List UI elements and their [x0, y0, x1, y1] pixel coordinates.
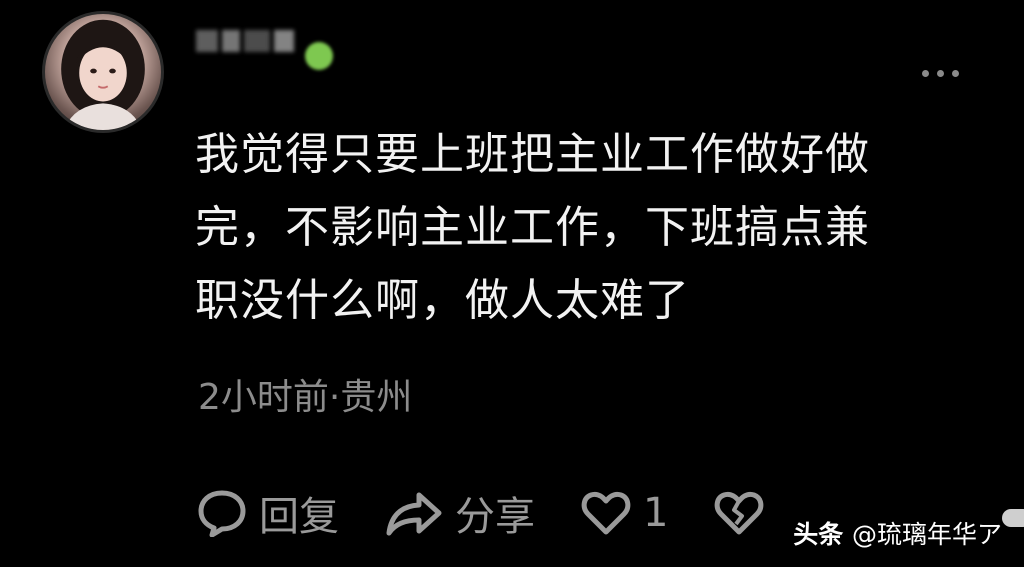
avatar[interactable]	[42, 11, 164, 133]
comment-line: 完，不影响主业工作，下班搞点兼	[195, 202, 870, 253]
share-arrow-icon	[386, 492, 442, 536]
watermark-brand: 头条	[793, 520, 844, 549]
reply-button[interactable]: 回复	[197, 484, 339, 542]
comment-text: 我觉得只要上班把主业工作做好做 完，不影响主业工作，下班搞点兼 职没什么啊，做人…	[195, 118, 955, 337]
reply-label: 回复	[259, 494, 339, 540]
avatar-image	[61, 19, 145, 130]
broken-heart-icon	[715, 491, 764, 535]
share-button[interactable]: 分享	[385, 484, 535, 542]
dislike-button[interactable]	[714, 490, 764, 536]
heart-icon	[581, 491, 631, 535]
comment-bubble-icon	[198, 490, 246, 537]
dot	[937, 70, 944, 77]
action-bar: 回复 分享 1	[197, 485, 810, 541]
username-blur-block	[196, 30, 218, 52]
username-blur-block	[244, 30, 270, 52]
username-blurred[interactable]	[196, 30, 294, 52]
comment-meta: 2小时前·贵州	[198, 377, 413, 418]
username-blur-block	[222, 30, 240, 52]
dot	[952, 70, 959, 77]
like-button[interactable]: 1	[581, 490, 668, 536]
share-label: 分享	[455, 494, 535, 540]
more-dots-icon[interactable]	[922, 70, 959, 77]
watermark-handle: @琉璃年华ア	[851, 520, 1002, 549]
comment-line: 职没什么啊，做人太难了	[195, 275, 690, 326]
user-badge-icon	[305, 42, 333, 70]
corner-badge	[1002, 509, 1024, 527]
like-count: 1	[643, 490, 669, 536]
username-blur-block	[274, 30, 294, 52]
watermark: 头条 @琉璃年华ア	[793, 515, 1002, 551]
dot	[922, 70, 929, 77]
comment-line: 我觉得只要上班把主业工作做好做	[195, 129, 870, 180]
